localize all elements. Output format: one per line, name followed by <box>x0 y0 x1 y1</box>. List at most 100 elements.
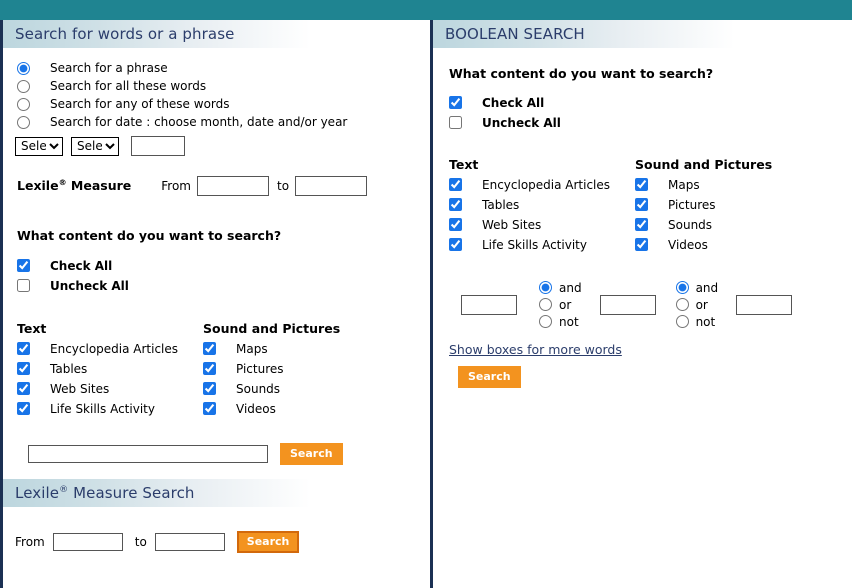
checkbox-life-skills-activity[interactable] <box>17 402 30 415</box>
radio-op-not[interactable] <box>539 315 552 328</box>
boolean-term-2-input[interactable] <box>599 294 656 315</box>
radio-search-phrase[interactable] <box>17 61 30 75</box>
checkbox-tables[interactable] <box>17 362 30 375</box>
checkbox-row-tables[interactable]: Tables <box>449 196 635 213</box>
left-uncheck-all-row[interactable]: Uncheck All <box>17 277 420 294</box>
boolean-operator-group-2: and or not <box>675 279 719 330</box>
checkbox-web-sites[interactable] <box>449 218 462 231</box>
checkbox-label: Pictures <box>236 361 284 376</box>
op-label: or <box>559 297 572 312</box>
checkbox-encyclopedia-articles[interactable] <box>17 342 30 355</box>
lexile-from-label: From <box>161 179 191 193</box>
checkbox-row-life-skills-activity[interactable]: Life Skills Activity <box>17 400 203 417</box>
checkbox-row-encyclopedia-articles[interactable]: Encyclopedia Articles <box>449 176 635 193</box>
boolean-op-1-not[interactable]: not <box>539 313 582 330</box>
boolean-search-title: BOOLEAN SEARCH <box>445 25 585 43</box>
checkbox-row-web-sites[interactable]: Web Sites <box>17 380 203 397</box>
keyword-input[interactable] <box>28 445 268 463</box>
lexile-search-from-label: From <box>15 535 45 549</box>
month-select[interactable]: Select <box>15 136 63 156</box>
radio-op-or[interactable] <box>675 298 689 311</box>
boolean-op-1-or[interactable]: or <box>539 296 582 313</box>
lexile-search-button[interactable]: Search <box>236 531 300 553</box>
boolean-term-1-input[interactable] <box>461 294 517 315</box>
checkbox-check-all[interactable] <box>17 259 30 272</box>
boolean-op-2-and[interactable]: and <box>675 279 719 296</box>
checkbox-uncheck-all[interactable] <box>449 116 462 129</box>
boolean-op-2-not[interactable]: not <box>675 313 719 330</box>
keyword-search-button[interactable]: Search <box>280 443 343 465</box>
lexile-search-to-input[interactable] <box>154 533 225 551</box>
checkbox-label: Videos <box>668 237 708 252</box>
search-mode-option-any-words[interactable]: Search for any of these words <box>17 95 420 113</box>
checkbox-sounds[interactable] <box>635 218 648 231</box>
left-check-all-row[interactable]: Check All <box>17 257 420 274</box>
right-content-type-grid: Text Encyclopedia Articles Tables Web Si… <box>433 157 852 253</box>
basic-search-title: Search for words or a phrase <box>15 25 235 43</box>
checkbox-row-sounds[interactable]: Sounds <box>635 216 852 233</box>
checkbox-tables[interactable] <box>449 198 462 211</box>
checkbox-uncheck-all[interactable] <box>17 279 30 292</box>
lexile-search-to-label: to <box>134 535 147 549</box>
left-media-column-heading: Sound and Pictures <box>203 321 341 336</box>
checkbox-encyclopedia-articles[interactable] <box>449 178 462 191</box>
uncheck-all-label: Uncheck All <box>50 278 129 293</box>
show-more-words-link[interactable]: Show boxes for more words <box>449 342 622 357</box>
radio-search-all-words[interactable] <box>17 79 30 93</box>
checkbox-row-encyclopedia-articles[interactable]: Encyclopedia Articles <box>17 340 203 357</box>
lexile-measure-row: Lexile® Measure From to <box>3 176 430 196</box>
checkbox-pictures[interactable] <box>635 198 648 211</box>
op-label: not <box>695 314 716 329</box>
year-input[interactable] <box>131 136 185 156</box>
checkbox-videos[interactable] <box>635 238 648 251</box>
checkbox-row-maps[interactable]: Maps <box>635 176 852 193</box>
checkbox-maps[interactable] <box>203 342 216 355</box>
search-mode-option-all-words[interactable]: Search for all these words <box>17 77 420 95</box>
checkbox-row-sounds[interactable]: Sounds <box>203 380 420 397</box>
left-media-column: Sound and Pictures Maps Pictures Sounds <box>203 321 420 417</box>
op-label: and <box>695 280 719 295</box>
lexile-from-input[interactable] <box>196 176 269 196</box>
panels-container: Search for words or a phrase Search for … <box>0 20 852 588</box>
checkbox-row-life-skills-activity[interactable]: Life Skills Activity <box>449 236 635 253</box>
boolean-term-3-input[interactable] <box>736 294 793 315</box>
radio-op-and[interactable] <box>675 281 689 294</box>
checkbox-check-all[interactable] <box>449 96 462 109</box>
checkbox-videos[interactable] <box>203 402 216 415</box>
basic-search-panel: Search for words or a phrase Search for … <box>0 20 430 588</box>
radio-op-not[interactable] <box>675 315 689 328</box>
right-check-all-row[interactable]: Check All <box>449 94 842 111</box>
checkbox-maps[interactable] <box>635 178 648 191</box>
checkbox-row-web-sites[interactable]: Web Sites <box>449 216 635 233</box>
checkbox-row-tables[interactable]: Tables <box>17 360 203 377</box>
checkbox-pictures[interactable] <box>203 362 216 375</box>
checkbox-life-skills-activity[interactable] <box>449 238 462 251</box>
checkbox-row-videos[interactable]: Videos <box>635 236 852 253</box>
lexile-to-input[interactable] <box>295 176 368 196</box>
checkbox-row-pictures[interactable]: Pictures <box>203 360 420 377</box>
radio-op-or[interactable] <box>539 298 552 311</box>
checkbox-web-sites[interactable] <box>17 382 30 395</box>
radio-search-date[interactable] <box>17 115 30 129</box>
day-select[interactable]: Select <box>71 136 119 156</box>
right-media-column: Sound and Pictures Maps Pictures Sounds <box>635 157 852 253</box>
boolean-op-2-or[interactable]: or <box>675 296 719 313</box>
lexile-search-from-input[interactable] <box>52 533 123 551</box>
left-content-question: What content do you want to search? <box>17 228 282 243</box>
radio-search-any-words[interactable] <box>17 97 30 111</box>
registered-mark: ® <box>58 178 67 188</box>
lexile-search-row: From to Search <box>3 531 430 553</box>
search-mode-option-date[interactable]: Search for date : choose month, date and… <box>17 113 420 131</box>
boolean-search-button[interactable]: Search <box>458 366 521 388</box>
search-mode-option-phrase[interactable]: Search for a phrase <box>17 59 420 77</box>
radio-op-and[interactable] <box>539 281 552 294</box>
right-text-column: Text Encyclopedia Articles Tables Web Si… <box>449 157 635 253</box>
checkbox-row-maps[interactable]: Maps <box>203 340 420 357</box>
checkbox-row-videos[interactable]: Videos <box>203 400 420 417</box>
checkbox-label: Maps <box>668 177 700 192</box>
checkbox-sounds[interactable] <box>203 382 216 395</box>
checkbox-label: Web Sites <box>482 217 542 232</box>
checkbox-row-pictures[interactable]: Pictures <box>635 196 852 213</box>
right-uncheck-all-row[interactable]: Uncheck All <box>449 114 842 131</box>
boolean-op-1-and[interactable]: and <box>539 279 582 296</box>
